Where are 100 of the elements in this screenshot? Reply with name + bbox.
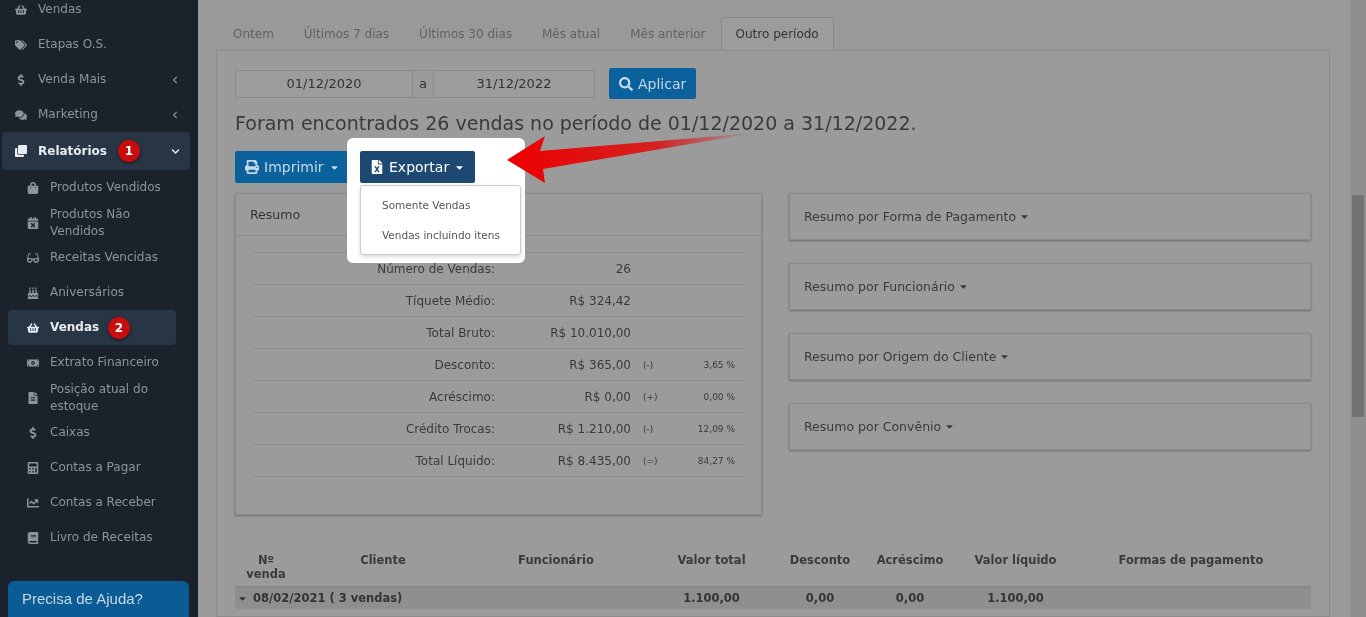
menu-item-icon — [14, 3, 28, 16]
sidebar-item-label: Aniversários — [50, 284, 125, 301]
menu-item-icon — [26, 391, 40, 404]
summary-sign: (-) — [642, 359, 655, 370]
sidebar-item[interactable]: Posição atual do estoque — [8, 380, 176, 415]
summary-percent: 84,27 % — [696, 455, 736, 466]
sidebar-item[interactable]: Marketing — [2, 97, 190, 132]
sidebar-item[interactable]: Aniversários — [8, 275, 176, 310]
menu-item-icon — [14, 145, 28, 157]
collapsible-panel[interactable]: Resumo por Convênio — [789, 403, 1311, 450]
step-badge: 2 — [108, 316, 130, 339]
sidebar-item-label: Vendas — [38, 1, 82, 18]
summary-label: Total Bruto: — [425, 325, 495, 340]
summary-value: R$ 365,00 — [568, 357, 631, 372]
summary-value: R$ 324,42 — [568, 293, 631, 308]
sidebar-item[interactable]: Caixas — [8, 415, 176, 450]
print-button[interactable]: Imprimir — [235, 151, 350, 183]
sidebar-item[interactable]: Venda Mais — [2, 62, 190, 97]
end-date-field[interactable]: 31/12/2022 — [432, 69, 595, 98]
spreadsheet-icon — [370, 160, 384, 174]
search-icon — [618, 76, 633, 91]
scrollbar[interactable] — [1350, 0, 1366, 617]
step-badge: 1 — [118, 140, 140, 162]
sidebar-item[interactable]: Extrato Financeiro — [8, 345, 176, 380]
sidebar-item-label: Contas a Receber — [50, 494, 156, 511]
sidebar-item-label: Produtos Vendidos — [50, 179, 161, 196]
summary-label: Crédito Trocas: — [404, 421, 495, 436]
date-separator: a — [413, 69, 433, 98]
sidebar-item[interactable]: Vendas 2 — [8, 310, 176, 345]
sidebar-item[interactable]: Receitas Vencidas — [8, 240, 176, 275]
summary-sign: (=) — [642, 455, 659, 466]
table-cell-text: 1.100,00 — [986, 591, 1045, 606]
summary-sign: (+) — [642, 391, 659, 402]
printer-icon — [245, 160, 259, 174]
sidebar-item[interactable]: Vendas — [2, 0, 190, 27]
summary-percent: 12,09 % — [696, 423, 736, 434]
summary-sign: (-) — [642, 423, 655, 434]
sidebar-item[interactable]: Produtos Não Vendidos — [8, 205, 176, 240]
summary-value: R$ 10.010,00 — [549, 325, 631, 340]
result-text: Foram encontrados 26 vendas no período de 01/12/2020 a 31/12/2022. — [235, 112, 918, 134]
menu-item[interactable]: Somente Vendas — [361, 190, 520, 220]
column-header: Acréscimo — [875, 553, 945, 569]
sidebar-item-label: Livro de Receitas — [50, 529, 153, 546]
menu-item-icon — [26, 216, 40, 229]
group-row[interactable]: 08/02/2021 ( 3 vendas) 1.100,00 0,00 0,00 1.100,00 — [235, 588, 1311, 609]
sidebar-item-label: Produtos Não Vendidos — [50, 205, 132, 240]
export-button[interactable]: Exportar — [360, 151, 476, 183]
summary-value: R$ 0,00 — [583, 389, 631, 404]
sidebar-item-label: Contas a Pagar — [50, 459, 141, 476]
summary-label: Número de Vendas: — [376, 261, 495, 276]
start-date-field[interactable]: 01/12/2020 — [235, 69, 413, 98]
summary-percent: 0,00 % — [702, 391, 736, 402]
sidebar-item[interactable]: Livro de Receitas — [8, 520, 176, 555]
summary-label: Total Líquido: — [414, 453, 495, 468]
summary-label: Desconto: — [433, 357, 495, 372]
sidebar-item-label: Etapas O.S. — [38, 36, 107, 53]
column-header: Funcionário — [517, 553, 595, 569]
table-cell-text: 0,00 — [804, 591, 836, 606]
sidebar-item-label: Extrato Financeiro — [50, 354, 159, 371]
summary-percent: 3,65 % — [702, 359, 736, 370]
sidebar-item-label: Relatórios — [38, 142, 107, 160]
sidebar-item-label: Venda Mais — [38, 71, 107, 88]
sidebar-item-label: Marketing — [38, 106, 98, 123]
menu-item-icon — [14, 38, 28, 51]
collapsible-panel[interactable]: Resumo por Origem do Cliente — [789, 333, 1311, 380]
menu-item-icon — [14, 108, 28, 121]
sidebar-item[interactable]: Contas a Pagar — [8, 450, 176, 485]
menu-item-icon — [26, 356, 40, 369]
collapsible-panel[interactable]: Resumo por Funcionário — [789, 263, 1311, 310]
column-header: Formas de pagamento — [1117, 553, 1265, 569]
sidebar-item[interactable]: Contas a Receber — [8, 485, 176, 520]
sidebar-item-label: Posição atual do estoque — [50, 380, 149, 415]
sidebar-item[interactable]: Relatórios 1 — [2, 132, 190, 170]
column-header: Valor líquido — [973, 553, 1058, 569]
sidebar-item-label: Receitas Vencidas — [50, 249, 159, 266]
apply-button[interactable]: Aplicar — [608, 68, 697, 99]
help-button[interactable]: Precisa de Ajuda? — [8, 581, 189, 617]
summary-value: R$ 8.435,00 — [556, 453, 631, 468]
summary-label: Tíquete Médio: — [404, 293, 495, 308]
summary-label: Acréscimo: — [428, 389, 495, 404]
menu-item-icon — [26, 286, 40, 299]
column-header: Valor total — [676, 553, 747, 569]
table-cell-text: 1.100,00 — [682, 591, 741, 606]
menu-item-icon — [26, 496, 40, 509]
column-header: Nº venda — [245, 553, 287, 581]
sidebar-item-label: Vendas — [50, 319, 100, 336]
menu-item-icon — [26, 251, 40, 264]
menu-item-icon — [26, 321, 40, 334]
table-cell-text: 0,00 — [894, 591, 926, 606]
menu-item-icon — [26, 181, 40, 194]
column-header: Desconto — [788, 553, 852, 569]
menu-item[interactable]: Vendas incluindo itens — [361, 220, 520, 250]
collapsible-panel[interactable]: Resumo por Forma de Pagamento — [789, 193, 1311, 240]
sidebar-item-label: Caixas — [50, 424, 90, 441]
sidebar-item[interactable]: Produtos Vendidos — [8, 170, 176, 205]
column-header: Cliente — [359, 553, 407, 569]
sidebar-item[interactable]: Etapas O.S. — [2, 27, 190, 62]
summary-value: 26 — [614, 261, 631, 276]
summary-value: R$ 1.210,00 — [556, 421, 631, 436]
period-tab[interactable]: Outro período — [720, 17, 834, 51]
